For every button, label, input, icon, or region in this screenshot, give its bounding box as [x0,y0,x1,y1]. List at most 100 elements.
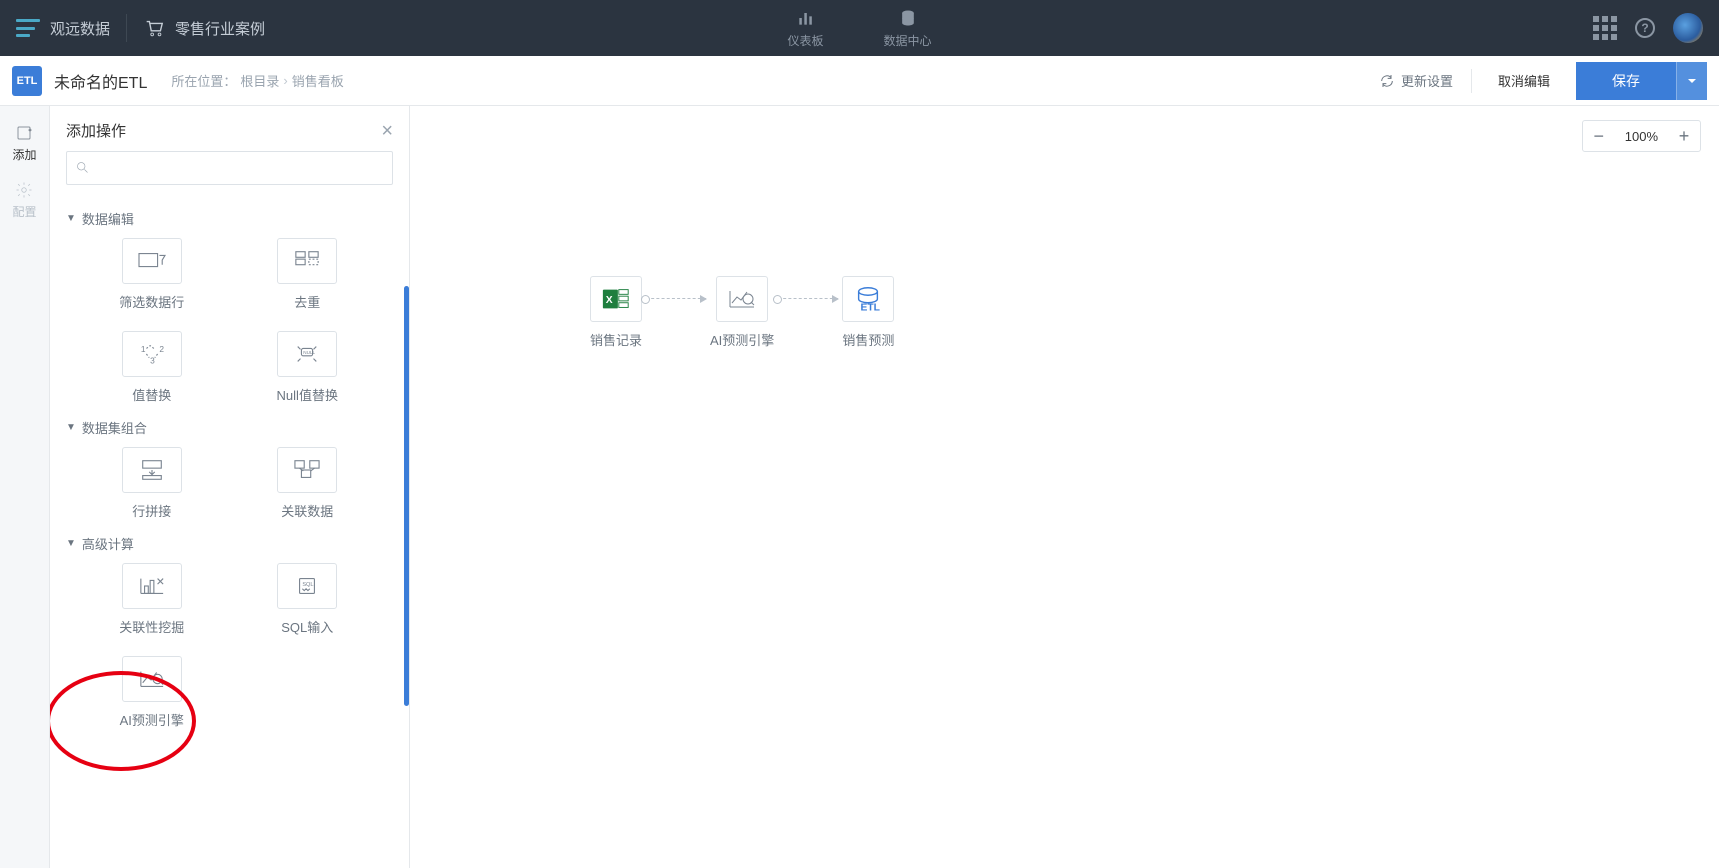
connector[interactable] [646,298,706,299]
ops-panel-header: 添加操作 × [50,106,409,151]
node-ai-engine[interactable]: AI预测引擎 [710,276,774,349]
mining-icon [137,573,167,599]
node-label: 销售记录 [590,330,642,349]
group-dataset-combine[interactable]: ▼ 数据集组合 [66,418,393,437]
database-icon [898,8,918,28]
svg-text:ETL: ETL [861,302,880,313]
zoom-out-button[interactable]: − [1583,121,1615,151]
cancel-button[interactable]: 取消编辑 [1490,71,1558,90]
ops-grid: 关联性挖掘 SQL SQL输入 AI预测引擎 [66,563,393,729]
help-icon[interactable]: ? [1635,18,1655,38]
ops-grid: 行拼接 关联数据 [66,447,393,520]
null-replace-icon: NULL [292,341,322,367]
tab-datacenter[interactable]: 数据中心 [884,0,932,56]
project-selector[interactable]: 零售行业案例 [143,17,265,39]
node-label: 销售预测 [842,330,894,349]
refresh-icon [1379,73,1395,89]
op-row-concat[interactable]: 行拼接 [94,447,210,520]
node-output[interactable]: ETL 销售预测 [842,276,894,349]
join-icon [292,457,322,483]
etl-output-icon: ETL [853,284,883,314]
search-input[interactable] [66,151,393,185]
save-button[interactable]: 保存 [1576,62,1676,100]
svg-text:NULL: NULL [304,350,316,355]
node-source[interactable]: X 销售记录 [590,276,642,349]
rail-add[interactable]: 添加 [12,118,36,169]
breadcrumb-sep: › [283,73,287,88]
svg-text:2: 2 [159,344,164,354]
op-filter-rows[interactable]: 筛选数据行 [94,238,210,311]
op-label: 去重 [294,292,320,311]
op-join-data[interactable]: 关联数据 [250,447,366,520]
ops-panel: 添加操作 × ▼数据编辑 筛选数据行 去重 123 值替换 [50,106,410,868]
zoom-control: − 100% + [1582,120,1701,152]
rail-config[interactable]: 配置 [12,175,36,226]
etl-title[interactable]: 未命名的ETL [54,69,147,93]
refresh-settings[interactable]: 更新设置 [1379,71,1453,90]
ops-grid: 筛选数据行 去重 123 值替换 NULL Null值替换 [66,238,393,404]
bar-chart-icon [795,8,815,28]
sql-icon: SQL [292,573,322,599]
canvas[interactable]: − 100% + X 销售记录 AI预测引擎 ETL [410,106,1719,868]
scrollbar-thumb[interactable] [404,286,409,706]
search-box [66,151,393,185]
op-null-replace[interactable]: NULL Null值替换 [250,331,366,404]
zoom-value: 100% [1615,129,1668,144]
sub-header: ETL 未命名的ETL 所在位置： 根目录 › 销售看板 更新设置 取消编辑 保… [0,56,1719,106]
avatar[interactable] [1673,13,1703,43]
op-label: 筛选数据行 [119,292,184,311]
breadcrumb-item[interactable]: 根目录 [240,71,279,90]
tab-dashboard[interactable]: 仪表板 [787,0,823,56]
search-icon [75,160,90,175]
rail-label: 添加 [12,146,36,163]
op-label: AI预测引擎 [120,710,184,729]
excel-icon: X [601,284,631,314]
save-dropdown[interactable] [1676,62,1707,100]
breadcrumb: 所在位置： 根目录 › 销售看板 [171,71,343,90]
etl-flow: X 销售记录 AI预测引擎 ETL 销售预测 [590,276,894,349]
op-sql-input[interactable]: SQL SQL输入 [250,563,366,636]
tab-label: 数据中心 [884,32,932,49]
header-divider [126,14,127,42]
cart-icon [143,17,165,39]
svg-text:SQL: SQL [303,582,314,588]
logo-icon [16,19,40,37]
node-label: AI预测引擎 [710,330,774,349]
op-ai-predict[interactable]: AI预测引擎 [94,656,210,729]
top-header: 观远数据 零售行业案例 仪表板 数据中心 ? [0,0,1719,56]
caret-down-icon: ▼ [66,538,76,549]
group-advanced-calc[interactable]: ▼ 高级计算 [66,534,393,553]
brand-logo[interactable]: 观远数据 [16,18,110,39]
group-data-edit[interactable]: ▼数据编辑 [66,209,393,228]
connector[interactable] [778,298,838,299]
add-icon [15,124,33,142]
svg-text:3: 3 [150,355,155,365]
chevron-down-icon [1687,76,1697,86]
project-name: 零售行业案例 [175,18,265,39]
filter-icon [137,248,167,274]
op-label: Null值替换 [277,385,338,404]
op-dedup[interactable]: 去重 [250,238,366,311]
top-nav: 仪表板 数据中心 [787,0,931,56]
dedup-icon [292,248,322,274]
caret-down-icon: ▼ [66,422,76,433]
close-icon[interactable]: × [381,121,393,141]
subheader-actions: 更新设置 取消编辑 保存 [1379,62,1707,100]
save-button-group: 保存 [1576,62,1707,100]
op-correlation-mining[interactable]: 关联性挖掘 [94,563,210,636]
ai-predict-icon [726,285,758,313]
zoom-in-button[interactable]: + [1668,121,1700,151]
body: 添加 配置 添加操作 × ▼数据编辑 筛选数据行 去重 [0,106,1719,868]
separator [1471,69,1472,93]
group-title: 数据集组合 [82,418,147,437]
group-title: 高级计算 [82,534,134,553]
op-label: SQL输入 [281,617,333,636]
breadcrumb-item[interactable]: 销售看板 [292,71,344,90]
op-value-replace[interactable]: 123 值替换 [94,331,210,404]
brand-text: 观远数据 [50,18,110,39]
op-label: 值替换 [132,385,171,404]
apps-icon[interactable] [1593,16,1617,40]
left-rail: 添加 配置 [0,106,50,868]
row-concat-icon [137,457,167,483]
ops-scroll[interactable]: ▼数据编辑 筛选数据行 去重 123 值替换 NULL Null值替换 [50,195,409,868]
